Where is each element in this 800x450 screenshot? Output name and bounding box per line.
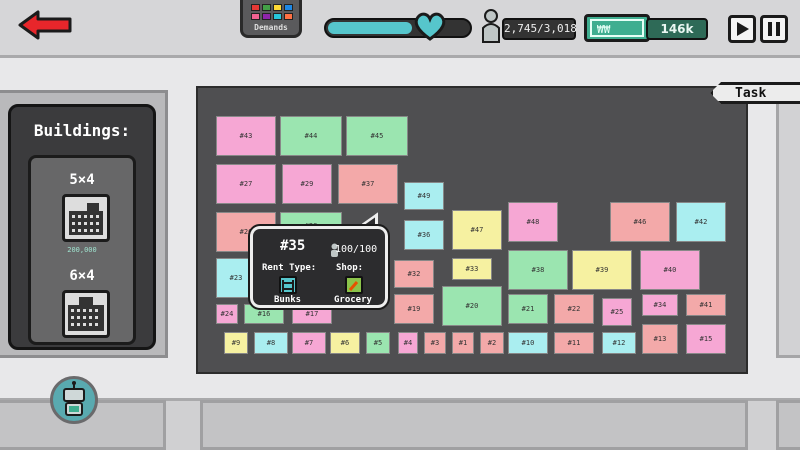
heart-icon: [412, 8, 448, 44]
room-22[interactable]: #22: [554, 294, 594, 324]
grocery-icon: [345, 276, 363, 294]
building-price: 200,000: [67, 246, 97, 254]
room-41[interactable]: #41: [686, 294, 726, 316]
room-21[interactable]: #21: [508, 294, 548, 324]
bottom-slot-right: [776, 400, 800, 450]
room-46[interactable]: #46: [610, 202, 670, 242]
svg-text:₩₩: ₩₩: [597, 23, 611, 36]
room-4[interactable]: #4: [398, 332, 418, 354]
room-43[interactable]: #43: [216, 116, 276, 156]
room-39[interactable]: #39: [572, 250, 632, 290]
room-5[interactable]: #5: [366, 332, 390, 354]
buildings-title: Buildings:: [33, 121, 131, 140]
building-5x4-button[interactable]: [62, 194, 110, 242]
room-44[interactable]: #44: [280, 116, 342, 156]
demand-color-1: [262, 4, 271, 11]
demand-color-4: [251, 13, 260, 20]
room-47[interactable]: #47: [452, 210, 502, 250]
demand-color-6: [273, 13, 282, 20]
rent-type-label: Rent Type:: [262, 263, 317, 273]
demand-color-5: [262, 13, 271, 20]
room-40[interactable]: #40: [640, 250, 700, 290]
room-29[interactable]: #29: [282, 164, 332, 204]
room-27[interactable]: #27: [216, 164, 276, 204]
building-size-label: 5×4: [69, 172, 95, 188]
money-icon: ₩₩: [584, 14, 650, 42]
population-icon: [480, 8, 502, 44]
tooltip-room-id: #35: [280, 238, 306, 254]
money-counter: 146k: [646, 18, 708, 40]
building-icon: [69, 203, 103, 235]
room-3[interactable]: #3: [424, 332, 446, 354]
room-38[interactable]: #38: [508, 250, 568, 290]
room-48[interactable]: #48: [508, 202, 558, 242]
task-tab[interactable]: Task: [710, 82, 800, 104]
building-icon: [68, 297, 104, 331]
demands-label: Demands: [254, 23, 288, 32]
bottom-slot-center: [200, 400, 748, 450]
happiness-bar: [324, 18, 472, 38]
demand-color-0: [251, 4, 260, 11]
room-24[interactable]: #24: [216, 304, 238, 324]
room-42[interactable]: #42: [676, 202, 726, 242]
room-11[interactable]: #11: [554, 332, 594, 354]
room-13[interactable]: #13: [642, 324, 678, 354]
demand-color-2: [273, 4, 282, 11]
room-19[interactable]: #19: [394, 294, 434, 324]
shop-label: Shop:: [336, 263, 364, 273]
building-size-label: 6×4: [69, 268, 95, 284]
buildings-panel: Buildings: 5×4 200,000 6×4: [8, 104, 156, 350]
room-37[interactable]: #37: [338, 164, 398, 204]
room-7[interactable]: #7: [292, 332, 326, 354]
room-25[interactable]: #25: [602, 298, 632, 326]
back-arrow-icon[interactable]: [18, 10, 74, 40]
shop-value: Grocery: [334, 295, 372, 305]
buildings-list[interactable]: 5×4 200,000 6×4: [28, 155, 136, 345]
tooltip-capacity: 100/100: [335, 244, 378, 255]
room-2[interactable]: #2: [480, 332, 504, 354]
rent-type-value: Bunks: [274, 295, 302, 305]
building-6x4-button[interactable]: [62, 290, 110, 338]
room-12[interactable]: #12: [602, 332, 636, 354]
demand-color-3: [284, 4, 293, 11]
bunk-bed-icon: [279, 276, 297, 294]
room-10[interactable]: #10: [508, 332, 548, 354]
room-32[interactable]: #32: [394, 260, 434, 288]
demand-color-7: [284, 13, 293, 20]
room-49[interactable]: #49: [404, 182, 444, 210]
robot-button[interactable]: [50, 376, 98, 424]
demands-button[interactable]: Demands: [240, 0, 302, 38]
demand-color-grid: [251, 4, 293, 20]
room-20[interactable]: #20: [442, 286, 502, 326]
task-label: Task: [735, 86, 767, 101]
population-counter: 2,745/3,018: [502, 18, 577, 40]
room-33[interactable]: #33: [452, 258, 492, 280]
room-8[interactable]: #8: [254, 332, 288, 354]
room-34[interactable]: #34: [642, 294, 678, 316]
play-icon: [737, 22, 749, 36]
room-tooltip: #35 100/100 Rent Type: Shop: Bunks Groce…: [248, 224, 390, 310]
room-36[interactable]: #36: [404, 220, 444, 250]
happiness-bar-fill: [328, 22, 412, 34]
room-45[interactable]: #45: [346, 116, 408, 156]
room-6[interactable]: #6: [330, 332, 360, 354]
robot-icon: [63, 381, 85, 416]
pause-icon: [768, 22, 780, 36]
room-1[interactable]: #1: [452, 332, 474, 354]
right-panel-frame: [776, 90, 800, 358]
room-9[interactable]: #9: [224, 332, 248, 354]
room-15[interactable]: #15: [686, 324, 726, 354]
pause-button[interactable]: [760, 15, 788, 43]
play-button[interactable]: [728, 15, 756, 43]
